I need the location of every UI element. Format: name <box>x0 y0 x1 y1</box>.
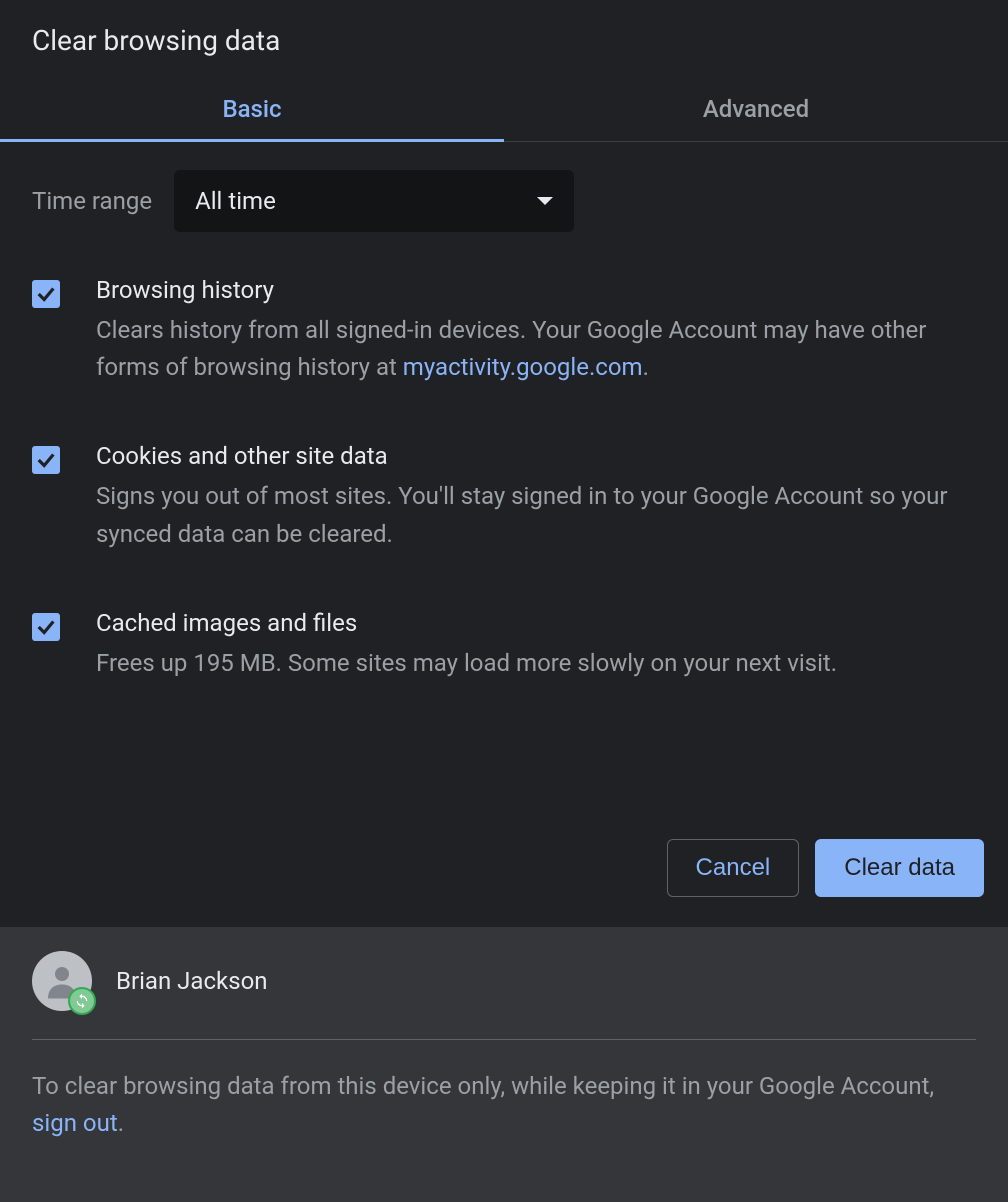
check-icon <box>35 449 57 471</box>
option-cookies: Cookies and other site data Signs you ou… <box>32 442 976 552</box>
time-range-label: Time range <box>32 187 152 215</box>
option-title-cookies: Cookies and other site data <box>96 442 976 470</box>
time-range-select[interactable]: All time <box>174 170 574 232</box>
checkbox-cache[interactable] <box>32 613 60 641</box>
user-name: Brian Jackson <box>116 967 268 995</box>
content-area: Time range All time Browsing history Cle… <box>0 142 1008 839</box>
user-row: Brian Jackson <box>32 951 976 1040</box>
option-text: Browsing history Clears history from all… <box>96 276 976 386</box>
chevron-down-icon <box>537 197 553 205</box>
cancel-button[interactable]: Cancel <box>667 839 800 897</box>
option-text: Cookies and other site data Signs you ou… <box>96 442 976 552</box>
button-row: Cancel Clear data <box>0 839 1008 927</box>
tab-basic[interactable]: Basic <box>0 77 504 141</box>
option-text: Cached images and files Frees up 195 MB.… <box>96 609 976 682</box>
option-desc-history: Clears history from all signed-in device… <box>96 312 976 386</box>
tabs: Basic Advanced <box>0 77 1008 142</box>
clear-browsing-data-dialog: Clear browsing data Basic Advanced Time … <box>0 0 1008 1202</box>
avatar <box>32 951 92 1011</box>
option-title-cache: Cached images and files <box>96 609 976 637</box>
myactivity-link[interactable]: myactivity.google.com <box>403 353 643 381</box>
footer-text: To clear browsing data from this device … <box>32 1068 976 1142</box>
option-desc-cache: Frees up 195 MB. Some sites may load mor… <box>96 645 976 682</box>
option-browsing-history: Browsing history Clears history from all… <box>32 276 976 386</box>
sync-badge <box>68 987 96 1015</box>
option-cache: Cached images and files Frees up 195 MB.… <box>32 609 976 682</box>
dialog-title: Clear browsing data <box>0 0 1008 77</box>
checkbox-cookies[interactable] <box>32 446 60 474</box>
time-range-row: Time range All time <box>32 170 976 232</box>
footer: Brian Jackson To clear browsing data fro… <box>0 927 1008 1202</box>
check-icon <box>35 283 57 305</box>
clear-data-button[interactable]: Clear data <box>815 839 984 897</box>
option-title-history: Browsing history <box>96 276 976 304</box>
sync-icon <box>74 993 90 1009</box>
tab-advanced[interactable]: Advanced <box>504 77 1008 141</box>
sign-out-link[interactable]: sign out <box>32 1109 118 1137</box>
option-desc-cookies: Signs you out of most sites. You'll stay… <box>96 478 976 552</box>
check-icon <box>35 616 57 638</box>
time-range-value: All time <box>195 187 276 215</box>
checkbox-browsing-history[interactable] <box>32 280 60 308</box>
